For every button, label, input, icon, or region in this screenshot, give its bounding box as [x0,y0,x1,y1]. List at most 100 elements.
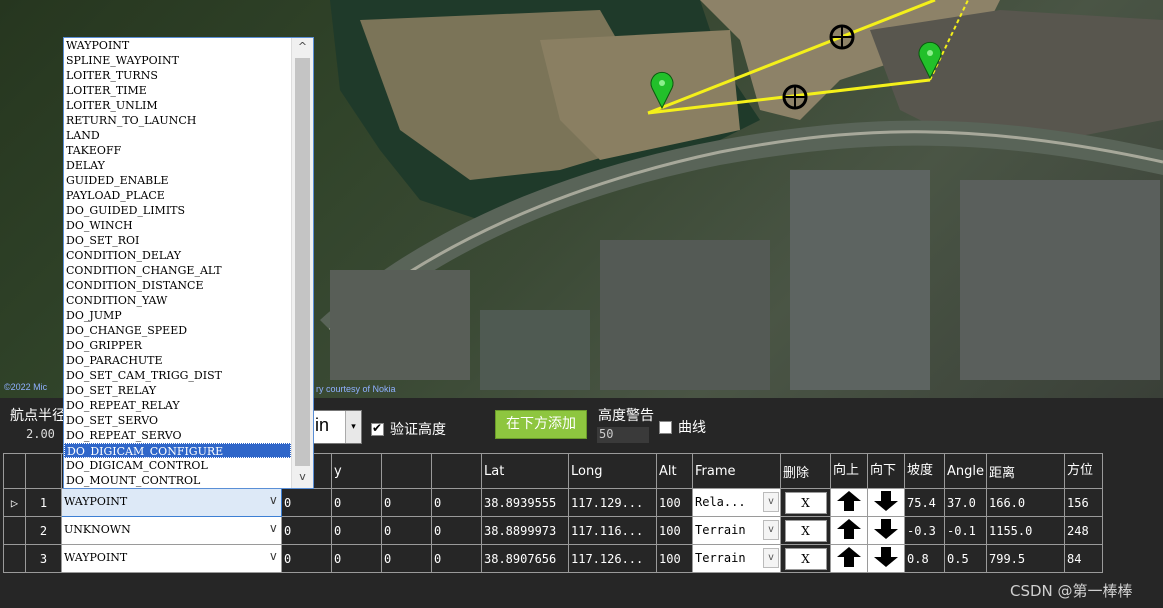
long-cell[interactable]: 117.129... [568,488,657,517]
param3-cell[interactable]: 0 [381,516,432,545]
move-up-button[interactable] [830,516,868,545]
add-below-button[interactable]: 在下方添加 [495,410,587,439]
dropdown-option[interactable]: LAND [64,128,291,143]
long-cell[interactable]: 117.116... [568,516,657,545]
grid-header-delete[interactable]: 删除 [780,453,831,489]
command-dropdown-list[interactable]: WAYPOINT SPLINE_WAYPOINT LOITER_TURNS LOITE… [63,37,314,489]
altitude-mode-combo[interactable]: in ▾ [312,410,362,444]
waypoint-target-icon[interactable] [829,24,855,50]
dropdown-option[interactable]: DO_REPEAT_SERVO [64,428,291,443]
waypoint-target-icon[interactable] [782,84,808,110]
chevron-down-icon[interactable]: v [763,492,779,512]
verify-height-checkbox[interactable] [371,421,384,436]
dropdown-option[interactable]: LOITER_TURNS [64,68,291,83]
lat-cell[interactable]: 38.8907656 [481,544,569,573]
scroll-up-icon[interactable]: ^ [294,40,311,56]
chevron-down-icon[interactable]: ▾ [345,411,361,443]
grid-header-up[interactable]: 向上 [830,453,868,489]
dropdown-option[interactable]: WAYPOINT [64,38,291,53]
dropdown-option[interactable]: DO_SET_SERVO [64,413,291,428]
chevron-down-icon[interactable]: v [270,549,277,563]
grid-header-p4[interactable] [431,453,482,489]
dropdown-option[interactable]: DO_DIGICAM_CONFIGURE [64,443,291,458]
row-marker[interactable]: ▷ [3,488,26,517]
param2-cell[interactable]: 0 [331,488,382,517]
grid-header-down[interactable]: 向下 [867,453,905,489]
alt-warning-input[interactable]: 50 [597,427,649,443]
table-row[interactable]: 3 WAYPOINT v 0 0 0 0 38.8907656 117.126.… [3,544,1103,573]
move-up-button[interactable] [830,544,868,573]
dropdown-option[interactable]: GUIDED_ENABLE [64,173,291,188]
delete-button[interactable]: X [784,547,827,570]
grid-header-angle[interactable]: Angle [944,453,987,489]
dropdown-option[interactable]: RETURN_TO_LAUNCH [64,113,291,128]
dropdown-option[interactable]: CONDITION_DISTANCE [64,278,291,293]
dropdown-option[interactable]: DELAY [64,158,291,173]
dropdown-scrollbar[interactable]: ^ v [291,38,313,488]
waypoint-radius-value[interactable]: 2.00 [26,427,55,441]
dropdown-option[interactable]: PAYLOAD_PLACE [64,188,291,203]
grid-header-lat[interactable]: Lat [481,453,569,489]
dropdown-option[interactable]: DO_SET_ROI [64,233,291,248]
param4-cell[interactable]: 0 [431,544,482,573]
param3-cell[interactable]: 0 [381,544,432,573]
chevron-down-icon[interactable]: v [763,520,779,540]
grid-header-long[interactable]: Long [568,453,657,489]
dropdown-option[interactable]: TAKEOFF [64,143,291,158]
scroll-down-icon[interactable]: v [294,470,311,486]
grid-header-p3[interactable] [381,453,432,489]
frame-combo[interactable]: Terrain v [692,544,781,573]
dropdown-option[interactable]: DO_PARACHUTE [64,353,291,368]
move-down-button[interactable] [867,488,905,517]
dropdown-option[interactable]: CONDITION_YAW [64,293,291,308]
lat-cell[interactable]: 38.8939555 [481,488,569,517]
chevron-down-icon[interactable]: v [763,548,779,568]
row-marker[interactable] [3,544,26,573]
row-marker[interactable] [3,516,26,545]
dropdown-option[interactable]: SPLINE_WAYPOINT [64,53,291,68]
command-combo[interactable]: WAYPOINT v [61,488,282,517]
param1-cell[interactable]: 0 [281,516,332,545]
dropdown-option[interactable]: CONDITION_DELAY [64,248,291,263]
param4-cell[interactable]: 0 [431,488,482,517]
command-combo[interactable]: WAYPOINT v [61,544,282,573]
table-row[interactable]: ▷ 1 WAYPOINT v 0 0 0 0 38.8939555 117.12… [3,488,1103,517]
long-cell[interactable]: 117.126... [568,544,657,573]
curve-checkbox[interactable] [659,421,672,434]
dropdown-option[interactable]: LOITER_TIME [64,83,291,98]
dropdown-option[interactable]: DO_SET_CAM_TRIGG_DIST [64,368,291,383]
chevron-down-icon[interactable]: v [270,521,277,535]
grid-header-alt[interactable]: Alt [656,453,693,489]
dropdown-option[interactable]: DO_MOUNT_CONTROL [64,473,291,488]
lat-cell[interactable]: 38.8899973 [481,516,569,545]
delete-button[interactable]: X [784,519,827,542]
dropdown-option[interactable]: CONDITION_CHANGE_ALT [64,263,291,278]
dropdown-option[interactable]: LOITER_UNLIM [64,98,291,113]
move-down-button[interactable] [867,544,905,573]
alt-cell[interactable]: 100 [656,544,693,573]
chevron-down-icon[interactable]: v [270,493,277,507]
param1-cell[interactable]: 0 [281,544,332,573]
grid-header-az[interactable]: 方位 [1064,453,1103,489]
alt-cell[interactable]: 100 [656,488,693,517]
move-down-button[interactable] [867,516,905,545]
param4-cell[interactable]: 0 [431,516,482,545]
param2-cell[interactable]: 0 [331,516,382,545]
dropdown-option[interactable]: DO_CHANGE_SPEED [64,323,291,338]
frame-combo[interactable]: Rela... v [692,488,781,517]
dropdown-option[interactable]: DO_WINCH [64,218,291,233]
table-row[interactable]: 2 UNKNOWN v 0 0 0 0 38.8899973 117.116..… [3,516,1103,545]
dropdown-option[interactable]: DO_GUIDED_LIMITS [64,203,291,218]
frame-combo[interactable]: Terrain v [692,516,781,545]
param2-cell[interactable]: 0 [331,544,382,573]
param1-cell[interactable]: 0 [281,488,332,517]
param3-cell[interactable]: 0 [381,488,432,517]
dropdown-option[interactable]: DO_GRIPPER [64,338,291,353]
dropdown-option[interactable]: DO_REPEAT_RELAY [64,398,291,413]
dropdown-option[interactable]: DO_DIGICAM_CONTROL [64,458,291,473]
scrollbar-thumb[interactable] [295,58,310,466]
grid-header-p2[interactable]: y [331,453,382,489]
dropdown-option[interactable]: DO_JUMP [64,308,291,323]
alt-cell[interactable]: 100 [656,516,693,545]
grid-header-frame[interactable]: Frame [692,453,781,489]
